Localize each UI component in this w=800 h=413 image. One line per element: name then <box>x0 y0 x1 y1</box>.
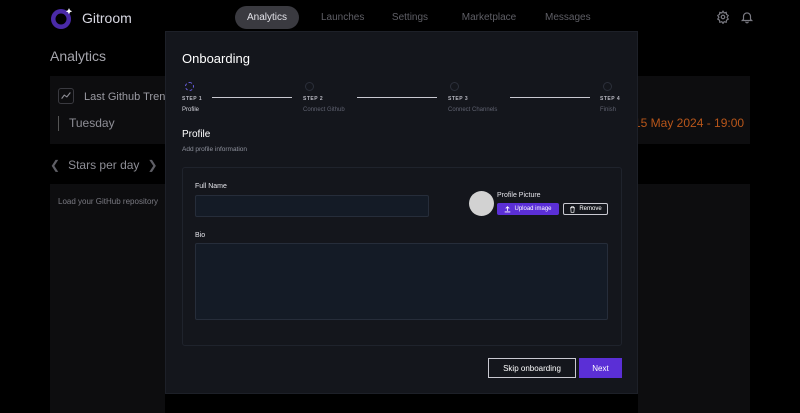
load-repository-text: Load your GitHub repository <box>58 197 159 206</box>
trash-icon <box>570 205 576 213</box>
github-trend-card-right: 15 May 2024 - 19:00 <box>638 76 750 144</box>
github-trend-card: Last Github Trend Tuesday <box>50 76 171 144</box>
stars-title: Stars per day <box>68 158 140 172</box>
trend-chart-icon <box>58 88 74 104</box>
profile-form: Full Name Profile Picture Upload image R… <box>182 167 622 346</box>
profile-picture-label: Profile Picture <box>497 192 541 199</box>
section-subtitle: Add profile information <box>182 146 248 153</box>
modal-title: Onboarding <box>182 51 250 66</box>
step-3-indicator <box>450 82 459 91</box>
nav-messages[interactable]: Messages <box>545 6 591 29</box>
step-4-indicator <box>603 82 612 91</box>
chevron-right-icon[interactable]: ❯ <box>147 158 157 172</box>
upload-image-button[interactable]: Upload image <box>497 203 559 215</box>
stars-card-right <box>638 184 750 413</box>
nav-launches[interactable]: Launches <box>321 6 364 29</box>
skip-onboarding-button[interactable]: Skip onboarding <box>488 358 576 378</box>
full-name-label: Full Name <box>195 183 227 190</box>
stars-card: Load your GitHub repository <box>50 184 165 413</box>
step-1-indicator <box>185 82 194 91</box>
notification-bell-icon[interactable] <box>740 10 754 24</box>
step-4-name: Finish <box>600 107 617 113</box>
gitroom-logo-icon <box>51 8 73 29</box>
trend-date-time: 15 May 2024 - 19:00 <box>638 116 745 130</box>
nav-analytics[interactable]: Analytics <box>235 6 299 29</box>
step-4-label: STEP 4 <box>600 96 621 102</box>
trend-day: Tuesday <box>58 116 115 131</box>
step-connector <box>212 97 292 98</box>
step-1-name: Profile <box>182 107 200 113</box>
section-title: Profile <box>182 129 211 140</box>
avatar-placeholder <box>469 191 494 216</box>
settings-gear-icon[interactable] <box>716 10 730 24</box>
stars-per-day-header: ❮ Stars per day ❯ <box>50 158 158 172</box>
bio-label: Bio <box>195 232 206 239</box>
trend-card-title: Last Github Trend <box>84 91 172 103</box>
remove-label: Remove <box>579 206 602 212</box>
main-nav: Analytics Launches Settings Marketplace … <box>235 6 611 29</box>
upload-image-label: Upload image <box>514 206 552 212</box>
nav-settings[interactable]: Settings <box>391 6 429 29</box>
onboarding-modal: Onboarding STEP 1 STEP 2 STEP 3 STEP 4 P… <box>165 31 638 394</box>
step-connector <box>357 97 437 98</box>
step-2-indicator <box>305 82 314 91</box>
upload-icon <box>505 205 511 212</box>
nav-marketplace[interactable]: Marketplace <box>461 6 517 29</box>
full-name-input[interactable] <box>195 195 429 217</box>
step-connector <box>510 97 590 98</box>
top-icons <box>716 10 754 24</box>
step-3-name: Connect Channels <box>448 107 498 113</box>
next-button[interactable]: Next <box>579 358 622 378</box>
remove-image-button[interactable]: Remove <box>563 203 608 215</box>
chevron-left-icon[interactable]: ❮ <box>50 158 60 172</box>
bio-textarea[interactable] <box>195 243 608 320</box>
step-3-label: STEP 3 <box>448 96 469 102</box>
step-2-name: Connect Github <box>303 107 345 113</box>
step-1-label: STEP 1 <box>182 96 203 102</box>
step-2-label: STEP 2 <box>303 96 324 102</box>
brand-name: Gitroom <box>82 10 132 26</box>
page-title: Analytics <box>50 48 107 64</box>
